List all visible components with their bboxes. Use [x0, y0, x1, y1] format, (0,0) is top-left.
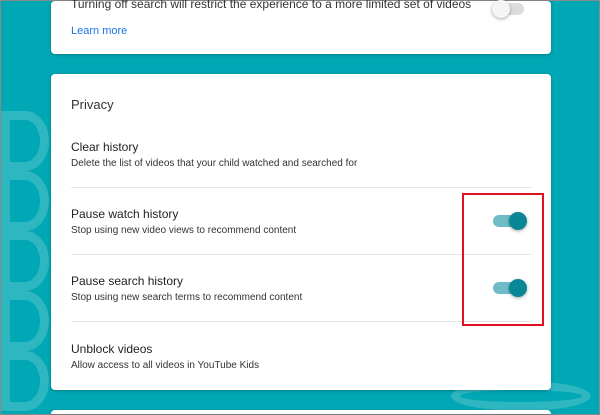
item-title: Pause watch history — [71, 207, 179, 221]
background-wave — [1, 351, 49, 411]
unblock-videos-item[interactable]: Unblock videos Allow access to all video… — [71, 342, 491, 371]
divider — [71, 187, 531, 188]
item-title: Unblock videos — [71, 342, 153, 356]
item-description: Stop using new search terms to recommend… — [71, 292, 303, 303]
privacy-title: Privacy — [71, 97, 114, 112]
background-wave — [1, 291, 49, 351]
highlight-box — [462, 193, 544, 326]
item-title: Pause search history — [71, 274, 184, 288]
learn-more-link[interactable]: Learn more — [71, 25, 127, 37]
search-settings-card: Turning off search will restrict the exp… — [51, 0, 551, 54]
item-title: Clear history — [71, 140, 139, 154]
clear-history-item[interactable]: Clear history Delete the list of videos … — [71, 140, 491, 169]
background-wave — [1, 111, 49, 171]
pause-watch-history-item: Pause watch history Stop using new video… — [71, 207, 491, 236]
search-description: Turning off search will restrict the exp… — [71, 0, 472, 11]
item-description: Stop using new video views to recommend … — [71, 225, 297, 236]
item-description: Allow access to all videos in YouTube Ki… — [71, 360, 260, 371]
next-card — [51, 410, 551, 414]
search-toggle[interactable] — [492, 0, 526, 19]
item-description: Delete the list of videos that your chil… — [71, 158, 358, 169]
background-wave — [1, 231, 49, 291]
pause-search-history-item: Pause search history Stop using new sear… — [71, 274, 491, 303]
background-wave — [1, 171, 49, 231]
